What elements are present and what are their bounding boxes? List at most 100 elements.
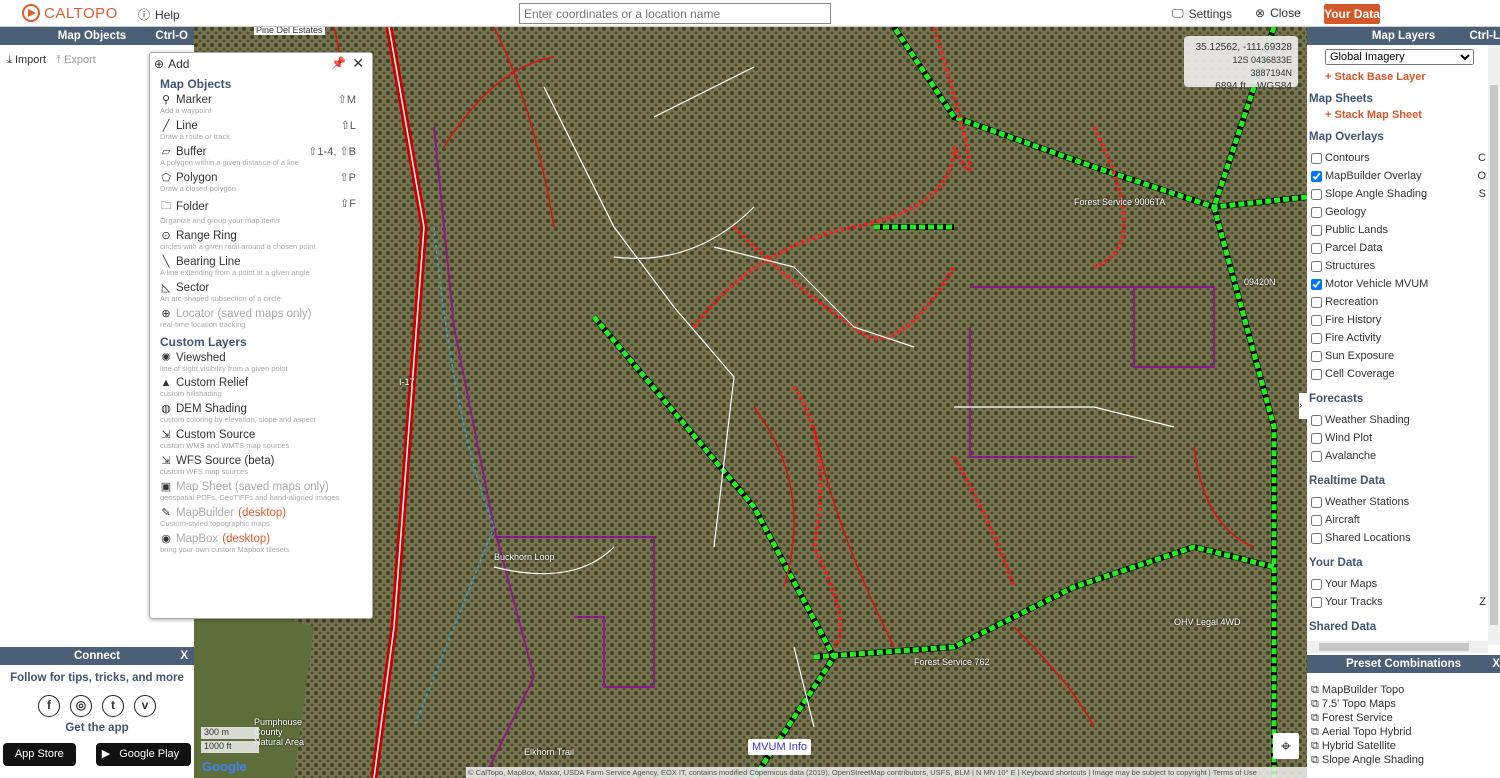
layer-checkbox[interactable]: [1311, 242, 1322, 254]
layer-geology[interactable]: Geology: [1307, 203, 1488, 221]
export-button[interactable]: ⤒ Export: [56, 54, 96, 67]
locator-icon: ⊕: [161, 308, 171, 320]
layer-checkbox[interactable]: [1311, 514, 1322, 526]
layer-checkbox[interactable]: [1311, 170, 1322, 182]
preset-item[interactable]: ⧉ MapBuilder Topo: [1307, 683, 1424, 697]
google-play-badge[interactable]: ▶ Google Play: [95, 743, 192, 766]
layer-recreation[interactable]: Recreation: [1307, 293, 1488, 311]
import-button[interactable]: ⤓ Import: [7, 54, 46, 67]
stack-base-layer-link[interactable]: + Stack Base Layer: [1325, 71, 1488, 83]
add-item-buffer[interactable]: ▱ Buffer A polygon within a given distance…: [160, 145, 362, 168]
layer-checkbox[interactable]: [1311, 368, 1322, 380]
connect-close-button[interactable]: X: [180, 647, 188, 665]
add-item-custom-relief[interactable]: ▲ Custom Relief custom hillshading: [160, 377, 362, 398]
layer-checkbox[interactable]: [1311, 260, 1322, 272]
add-item-dem-shading[interactable]: ◍ DEM Shading custom coloring by elevation…: [160, 402, 362, 425]
layer-checkbox[interactable]: [1311, 206, 1322, 218]
layer-checkbox[interactable]: [1311, 414, 1322, 426]
close-button[interactable]: ⊗ Close: [1255, 6, 1301, 20]
layer-checkbox[interactable]: [1311, 152, 1322, 164]
mvum-info-button[interactable]: MVUM Info: [748, 739, 812, 755]
top-bar: CALTOPO ⓘ Help 🖵 Settings ⊗ Close Your Data: [0, 0, 1500, 27]
add-item-marker[interactable]: ⚲ Marker Add a waypoint ⇧M: [160, 93, 362, 116]
facebook-icon[interactable]: f: [38, 695, 60, 717]
instagram-icon[interactable]: ◎: [70, 695, 92, 717]
layer-public-lands[interactable]: Public Lands: [1307, 221, 1488, 239]
locate-icon[interactable]: ⌖: [1273, 733, 1299, 759]
layer-sun-exposure[interactable]: Sun Exposure: [1307, 347, 1488, 365]
elevation: 6894 ft: [1215, 81, 1246, 92]
layer-checkbox[interactable]: [1311, 596, 1322, 608]
add-item-folder[interactable]: 🗀 Folder Organize and group your map items…: [160, 197, 362, 225]
layer-label: Public Lands: [1325, 224, 1388, 236]
layer-checkbox[interactable]: [1311, 278, 1322, 290]
location-search-input[interactable]: [519, 3, 831, 24]
item-label: Map Sheet (saved maps only): [176, 480, 329, 493]
layer-cell-coverage[interactable]: Cell Coverage: [1307, 365, 1488, 383]
layer-aircraft[interactable]: Aircraft: [1307, 511, 1488, 529]
layer-contours[interactable]: Contours C: [1307, 149, 1488, 167]
preset-close-button[interactable]: X: [1492, 655, 1500, 673]
add-item-polygon[interactable]: ⬠ Polygon Draw a closed polygon ⇧P: [160, 171, 362, 194]
tumblr-icon[interactable]: t: [102, 695, 124, 717]
add-item-wfs-source-beta[interactable]: ⇲ WFS Source (beta) custom WFS map sources: [160, 454, 362, 477]
app-store-badge[interactable]: App Store: [2, 743, 76, 766]
expand-panel-chevron-icon[interactable]: ›: [1299, 393, 1307, 419]
preset-item[interactable]: ⧉ Aerial Topo Hybrid: [1307, 725, 1424, 739]
layer-checkbox[interactable]: [1311, 314, 1322, 326]
layer-checkbox[interactable]: [1311, 224, 1322, 236]
layer-slope-angle-shading[interactable]: Slope Angle Shading S: [1307, 185, 1488, 203]
preset-item[interactable]: ⧉ Hybrid Satellite: [1307, 739, 1424, 753]
item-shortcut: ⇧L: [340, 120, 356, 132]
settings-button[interactable]: 🖵 Settings: [1172, 6, 1232, 21]
layer-avalanche[interactable]: Avalanche: [1307, 447, 1488, 465]
stack-map-sheet-link[interactable]: + Stack Map Sheet: [1325, 109, 1488, 121]
help-button[interactable]: ⓘ Help: [138, 6, 180, 23]
preset-item[interactable]: ⧉ 7.5' Topo Maps: [1307, 697, 1424, 711]
horizontal-scrollbar[interactable]: [1307, 641, 1488, 653]
vimeo-icon[interactable]: v: [134, 695, 156, 717]
relief-icon: ▲: [160, 377, 172, 389]
shortcut: Ctrl-L: [1469, 30, 1500, 42]
base-layer-select[interactable]: Global Imagery: [1325, 49, 1474, 65]
add-item-map-sheet-saved-maps-only[interactable]: ▣ Map Sheet (saved maps only) geospatial P…: [160, 480, 362, 503]
layer-weather-shading[interactable]: Weather Shading: [1307, 411, 1488, 429]
add-item-viewshed[interactable]: ✺ Viewshed line of sight visibility from a…: [160, 351, 362, 374]
add-item-bearing-line[interactable]: ╲ Bearing Line A line extending from a poi…: [160, 255, 362, 278]
layer-checkbox[interactable]: [1311, 450, 1322, 462]
layer-mapbuilder-overlay[interactable]: MapBuilder Overlay O: [1307, 167, 1488, 185]
add-item-mapbox[interactable]: ◉ MapBox (desktop) bring your own custom Ma…: [160, 532, 362, 555]
layer-checkbox[interactable]: [1311, 296, 1322, 308]
your-data-button[interactable]: Your Data: [1324, 4, 1380, 24]
add-item-locator-saved-maps-only[interactable]: ⊕ Locator (saved maps only) real-time loca…: [160, 307, 362, 330]
preset-item[interactable]: ⧉ Slope Angle Shading: [1307, 753, 1424, 767]
pin-icon[interactable]: 📌: [331, 56, 346, 70]
layer-weather-stations[interactable]: Weather Stations: [1307, 493, 1488, 511]
layer-motor-vehicle-mvum[interactable]: Motor Vehicle MVUM: [1307, 275, 1488, 293]
layer-your-tracks[interactable]: Your Tracks Z: [1307, 593, 1488, 611]
layer-parcel-data[interactable]: Parcel Data: [1307, 239, 1488, 257]
vertical-scrollbar[interactable]: [1488, 45, 1500, 645]
layer-checkbox[interactable]: [1311, 332, 1322, 344]
layer-checkbox[interactable]: [1311, 432, 1322, 444]
layer-checkbox[interactable]: [1311, 350, 1322, 362]
item-shortcut: ⇧M: [337, 94, 356, 106]
close-icon[interactable]: ✕: [352, 55, 364, 72]
layer-checkbox[interactable]: [1311, 532, 1322, 544]
layer-checkbox[interactable]: [1311, 188, 1322, 200]
layer-shared-locations[interactable]: Shared Locations: [1307, 529, 1488, 547]
layer-checkbox[interactable]: [1311, 496, 1322, 508]
preset-item[interactable]: ⧉ Forest Service: [1307, 711, 1424, 725]
add-item-range-ring[interactable]: ⊙ Range Ring circles with a given radii ar…: [160, 229, 362, 252]
layer-fire-activity[interactable]: Fire Activity: [1307, 329, 1488, 347]
layer-checkbox[interactable]: [1311, 578, 1322, 590]
add-item-mapbuilder[interactable]: ✎ MapBuilder (desktop) Custom-styled topogr…: [160, 506, 362, 529]
layer-your-maps[interactable]: Your Maps: [1307, 575, 1488, 593]
caltopo-logo[interactable]: CALTOPO: [22, 4, 118, 22]
add-item-custom-source[interactable]: ⇲ Custom Source custom WMS and WMTS map so…: [160, 428, 362, 451]
add-item-sector[interactable]: ◺ Sector An arc-shaped subsection of a cir…: [160, 281, 362, 304]
layer-wind-plot[interactable]: Wind Plot: [1307, 429, 1488, 447]
layer-fire-history[interactable]: Fire History: [1307, 311, 1488, 329]
layer-structures[interactable]: Structures: [1307, 257, 1488, 275]
add-item-line[interactable]: ╱ Line Draw a route or track ⇧L: [160, 119, 362, 142]
